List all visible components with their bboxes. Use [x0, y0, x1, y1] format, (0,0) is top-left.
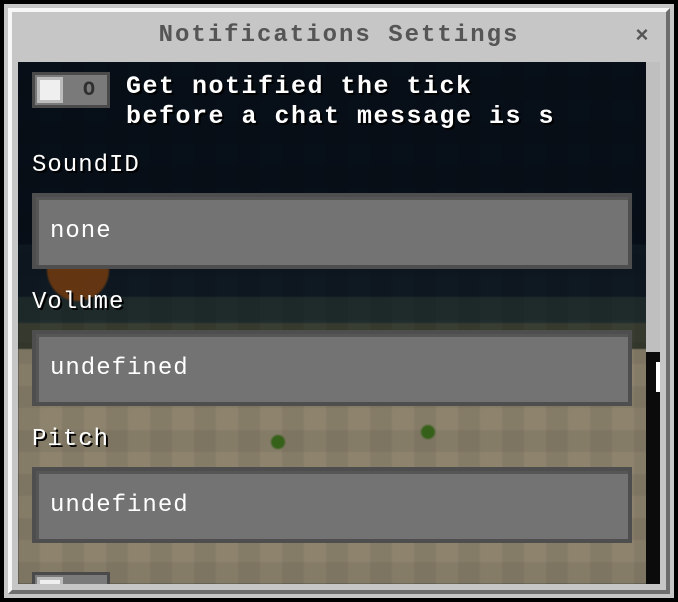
- scroll-notch: [656, 362, 660, 392]
- toggle-knob: [37, 77, 63, 103]
- toggle-pre-chat-tick[interactable]: O: [32, 72, 110, 108]
- close-icon: ×: [635, 24, 648, 49]
- toggle-off-icon: O: [83, 79, 95, 102]
- window-title: Notifications Settings: [159, 22, 520, 49]
- label-pitch: Pitch: [32, 426, 632, 453]
- window-inner: Notifications Settings × O Get notified …: [8, 8, 670, 594]
- scrollbar-thumb[interactable]: [646, 62, 660, 352]
- content-viewport: O Get notified the tick before a chat me…: [18, 62, 660, 584]
- close-button[interactable]: ×: [628, 22, 656, 50]
- value-sound-id: none: [50, 218, 112, 245]
- label-sound-id: SoundID: [32, 152, 632, 179]
- toggle-partial-next[interactable]: [32, 572, 110, 584]
- scrollbar-track[interactable]: [646, 62, 660, 584]
- titlebar: Notifications Settings ×: [12, 12, 666, 58]
- toggle-knob: [37, 577, 63, 584]
- label-volume: Volume: [32, 289, 632, 316]
- settings-window: Notifications Settings × O Get notified …: [0, 0, 678, 602]
- toggle-label-pre-chat-tick: Get notified the tick before a chat mess…: [126, 72, 632, 132]
- toggle-row-pre-chat-tick: O Get notified the tick before a chat me…: [32, 72, 632, 132]
- value-pitch: undefined: [50, 492, 189, 519]
- settings-content: O Get notified the tick before a chat me…: [18, 62, 644, 584]
- field-sound-id[interactable]: none: [32, 193, 632, 269]
- field-pitch[interactable]: undefined: [32, 467, 632, 543]
- value-volume: undefined: [50, 355, 189, 382]
- field-volume[interactable]: undefined: [32, 330, 632, 406]
